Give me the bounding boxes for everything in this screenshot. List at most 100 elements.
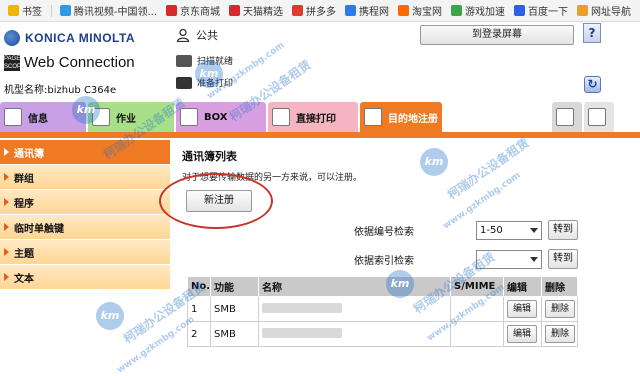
bookmark-item[interactable]: 书签 — [8, 3, 42, 18]
sidebar-item-label: 文本 — [14, 273, 34, 285]
sidebar-item-temp-one-touch[interactable]: 临时单触键 — [0, 215, 170, 240]
cell-edit: 编辑 — [503, 296, 543, 322]
printer-status-text: 准备打印 — [197, 79, 234, 89]
col-smime: S/MIME — [450, 276, 505, 297]
help-button[interactable]: ? — [583, 23, 601, 43]
cell-edit: 编辑 — [503, 321, 543, 347]
bookmark-label: 腾讯视频-中国领... — [73, 7, 157, 18]
user-name: 公共 — [196, 29, 218, 42]
logout-button[interactable]: 到登录屏幕 — [420, 25, 574, 45]
bookmark-label: 天猫精选 — [243, 7, 283, 18]
bookmarks-bar: 书签 腾讯视频-中国领... 京东商城 天猫精选 拼多多 携程网 淘宝网 游戏加速 百度一下 网址… — [0, 0, 640, 22]
sidebar: 通讯簿 群组 程序 临时单触键 主题 文本 — [0, 140, 170, 347]
web-connection-logo: PAGE SCOPE Web Connection — [4, 54, 135, 71]
bookmark-label: 淘宝网 — [412, 7, 442, 18]
box-icon — [180, 108, 198, 126]
scanner-icon — [176, 54, 192, 67]
tab-direct-print-label: 直接打印 — [296, 113, 336, 125]
edit-button[interactable]: 编辑 — [507, 300, 538, 318]
search-by-number-label: 依据编号检索 — [354, 226, 414, 238]
cell-delete: 删除 — [541, 321, 579, 347]
tab-info[interactable]: 信息 — [0, 102, 86, 132]
go-index-button[interactable]: 转到 — [548, 249, 578, 269]
search-by-index-label: 依据索引检索 — [354, 255, 414, 267]
tab-underline — [0, 132, 640, 138]
go-number-button[interactable]: 转到 — [548, 220, 578, 240]
sidebar-item-program[interactable]: 程序 — [0, 190, 170, 215]
cell-function: SMB — [210, 321, 260, 347]
bookmark-icon — [514, 5, 525, 16]
bookmark-item[interactable]: 游戏加速 — [451, 3, 505, 18]
chevron-down-icon — [530, 256, 538, 262]
tab-info-label: 信息 — [28, 113, 48, 125]
scanner-status-text: 扫描就绪 — [197, 57, 234, 67]
col-edit: 编辑 — [503, 276, 543, 297]
tab-settings[interactable] — [552, 102, 582, 132]
bookmark-icon — [229, 5, 240, 16]
model-name: 机型名称:bizhub C364e — [4, 85, 117, 96]
sidebar-item-text[interactable]: 文本 — [0, 265, 170, 290]
chevron-down-icon — [530, 227, 538, 233]
bookmark-item[interactable]: 腾讯视频-中国领... — [59, 3, 157, 18]
scanner-status: 扫描就绪 — [176, 54, 233, 67]
destination-registration-icon — [364, 108, 382, 126]
bookmark-icon — [398, 5, 409, 16]
bookmark-item[interactable]: 京东商城 — [166, 3, 220, 18]
search-by-index: 依据索引检索 转到 — [354, 249, 578, 269]
page-title: 通讯簿列表 — [182, 150, 237, 163]
tab-direct-print[interactable]: 直接打印 — [268, 102, 358, 132]
bookmark-item[interactable]: 天猫精选 — [229, 3, 283, 18]
cell-smime — [450, 296, 505, 322]
bookmark-icon — [59, 5, 71, 16]
tab-jobs[interactable]: 作业 — [88, 102, 174, 132]
sidebar-item-subject[interactable]: 主题 — [0, 240, 170, 265]
sidebar-item-group[interactable]: 群组 — [0, 165, 170, 190]
sidebar-item-address-book[interactable]: 通讯簿 — [0, 140, 170, 165]
globe-logo-icon — [4, 30, 20, 46]
bookmark-item[interactable]: 百度一下 — [514, 3, 568, 18]
sidebar-item-label: 程序 — [14, 198, 34, 210]
number-range-select[interactable]: 1-50 — [476, 220, 542, 240]
edit-button[interactable]: 编辑 — [507, 325, 538, 343]
bookmark-label: 百度一下 — [528, 7, 568, 18]
user-info: 公共 — [176, 27, 218, 43]
cell-smime — [450, 321, 505, 347]
printer-icon — [176, 76, 192, 89]
highlight-circle — [159, 173, 273, 229]
tab-extra[interactable] — [584, 102, 614, 132]
sidebar-item-label: 通讯簿 — [14, 148, 44, 160]
bookmark-item[interactable]: 拼多多 — [292, 3, 336, 18]
printer-status: 准备打印 — [176, 76, 233, 89]
search-by-number: 依据编号检索 1-50 转到 — [354, 220, 578, 240]
table-row: 1 SMB 编辑 删除 — [186, 296, 579, 322]
bookmark-label: 京东商城 — [180, 7, 220, 18]
arrow-right-icon — [4, 248, 9, 256]
settings-icon — [556, 108, 574, 126]
bookmark-item[interactable]: 携程网 — [345, 3, 389, 18]
bookmark-icon — [345, 5, 356, 16]
bookmark-item[interactable]: 淘宝网 — [398, 3, 442, 18]
bookmark-icon — [292, 5, 303, 16]
tab-destination-registration-label: 目的地注册 — [388, 113, 438, 125]
bookmark-label: 书签 — [22, 7, 42, 18]
arrow-right-icon — [4, 198, 9, 206]
delete-button[interactable]: 删除 — [545, 300, 576, 318]
bookmark-label: 携程网 — [359, 7, 389, 18]
main-tabs: 信息 作业 BOX 直接打印 目的地注册 — [0, 102, 640, 132]
tab-destination-registration[interactable]: 目的地注册 — [360, 102, 442, 132]
sidebar-item-label: 群组 — [14, 173, 34, 185]
bookmark-label: 游戏加速 — [465, 7, 505, 18]
bookmark-item[interactable]: 网址导航 — [577, 3, 631, 18]
cell-function: SMB — [210, 296, 260, 322]
refresh-button[interactable]: ↻ — [584, 76, 601, 93]
window-icon — [588, 108, 606, 126]
delete-button[interactable]: 删除 — [545, 325, 576, 343]
redacted-name — [262, 302, 343, 313]
tab-box[interactable]: BOX — [176, 102, 266, 132]
redacted-name — [262, 327, 343, 338]
cell-delete: 删除 — [541, 296, 579, 322]
col-delete: 删除 — [541, 276, 579, 297]
index-select[interactable] — [476, 249, 542, 269]
cell-name — [258, 321, 452, 347]
bookmark-label: 网址导航 — [591, 7, 631, 18]
